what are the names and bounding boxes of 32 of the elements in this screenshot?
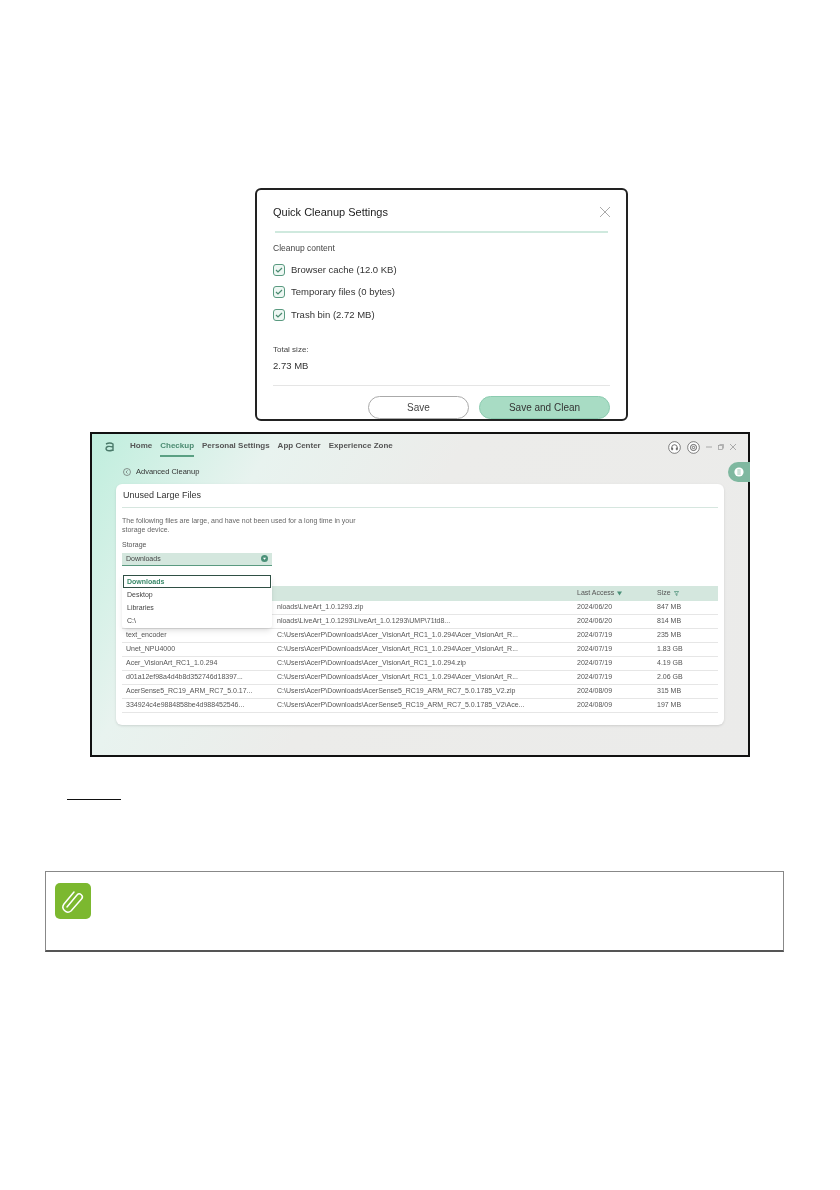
total-label: Total size: [273, 343, 310, 356]
checkbox[interactable] [273, 308, 285, 321]
restore-icon[interactable] [718, 444, 724, 450]
save-button[interactable]: Save [368, 396, 469, 419]
nav-tab[interactable]: Checkup [160, 437, 195, 457]
save-and-clean-button[interactable]: Save and Clean [479, 396, 610, 419]
settings-icon[interactable] [687, 440, 700, 454]
dialog-title: Quick Cleanup Settings [273, 205, 388, 220]
total-value: 2.73 MB [273, 358, 310, 373]
close-icon[interactable] [730, 444, 736, 450]
nav-tab[interactable]: Home [130, 437, 153, 457]
section-label: Cleanup content [273, 242, 336, 256]
option-label: Temporary files (0 bytes) [291, 285, 395, 300]
headset-icon[interactable] [668, 440, 681, 454]
nav-tab[interactable]: App Center [277, 437, 321, 457]
document-icon [734, 467, 744, 477]
checkbox[interactable] [273, 286, 285, 299]
filter-icon[interactable] [673, 590, 679, 596]
minimize-icon[interactable] [706, 444, 712, 450]
logo-icon [104, 442, 116, 452]
option-label: Trash bin (2.72 MB) [291, 307, 375, 322]
back-icon[interactable] [123, 467, 131, 476]
side-tab[interactable] [728, 462, 750, 482]
checkbox[interactable] [273, 264, 285, 277]
caret-icon [261, 555, 268, 563]
nav-tab[interactable]: Experience Zone [328, 437, 393, 457]
sort-icon[interactable] [617, 590, 623, 596]
option-label: Browser cache (12.0 KB) [291, 263, 397, 278]
card-title: Unused Large Files [123, 489, 203, 503]
nav-tab[interactable]: Personal Settings [202, 437, 270, 457]
paperclip-icon [55, 882, 91, 919]
close-icon[interactable] [600, 207, 610, 218]
